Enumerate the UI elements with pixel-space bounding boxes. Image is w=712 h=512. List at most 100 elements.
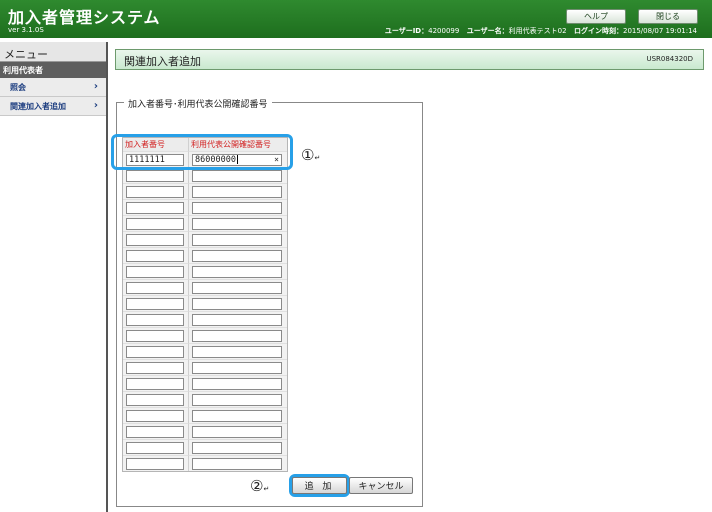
subscriber-number-input[interactable] <box>126 249 184 262</box>
add-button[interactable]: 追 加 <box>292 477 347 494</box>
close-button[interactable]: 閉じる <box>638 9 698 24</box>
login-time-value: 2015/08/07 19:01:14 <box>622 27 697 35</box>
table-row <box>123 199 287 215</box>
sidebar-item-add-related-subscriber[interactable]: 関連加入者追加 › <box>0 97 106 116</box>
table-row <box>123 407 287 423</box>
sidebar-item-label: 照会 <box>10 83 26 92</box>
subscriber-number-input[interactable] <box>126 281 184 294</box>
confirmation-number-cell <box>189 391 287 407</box>
sidebar: メニュー 利用代表者 照会 › 関連加入者追加 › <box>0 42 108 512</box>
subscriber-number-cell <box>123 359 189 375</box>
confirmation-number-cell <box>189 343 287 359</box>
confirmation-number-input[interactable] <box>192 265 282 278</box>
confirmation-number-input[interactable] <box>192 377 282 390</box>
table-row <box>123 263 287 279</box>
subscriber-number-input[interactable] <box>126 425 184 438</box>
annotation-marker-1: ①↵ <box>301 146 320 164</box>
confirmation-number-cell <box>189 439 287 455</box>
subscriber-number-cell <box>123 183 189 199</box>
subscriber-number-input[interactable] <box>126 265 184 278</box>
confirmation-number-cell <box>189 359 287 375</box>
subscriber-number-input[interactable] <box>126 297 184 310</box>
subscriber-number-cell <box>123 231 189 247</box>
subscriber-number-cell <box>123 407 189 423</box>
confirmation-number-input[interactable] <box>192 329 282 342</box>
confirmation-number-input[interactable] <box>192 345 282 358</box>
sidebar-item-inquiry[interactable]: 照会 › <box>0 78 106 97</box>
subscriber-number-cell <box>123 311 189 327</box>
table-row <box>123 375 287 391</box>
confirmation-number-input[interactable] <box>192 217 282 230</box>
table-row <box>123 183 287 199</box>
table-row <box>123 247 287 263</box>
subscriber-number-input[interactable] <box>126 377 184 390</box>
subscriber-number-cell <box>123 455 189 471</box>
subscriber-number-input[interactable] <box>126 233 184 246</box>
user-name-value: 利用代表テスト02 <box>508 27 567 35</box>
table-row <box>123 279 287 295</box>
cancel-button[interactable]: キャンセル <box>349 477 413 494</box>
subscriber-number-input[interactable] <box>126 409 184 422</box>
subscriber-number-input[interactable] <box>126 169 184 182</box>
subscriber-number-input[interactable] <box>126 185 184 198</box>
sidebar-item-label: 関連加入者追加 <box>10 102 66 111</box>
confirmation-number-input[interactable] <box>192 457 282 470</box>
subscriber-number-input[interactable] <box>126 217 184 230</box>
confirmation-number-cell <box>189 231 287 247</box>
confirmation-number-input[interactable] <box>192 185 282 198</box>
help-button[interactable]: ヘルプ <box>566 9 626 24</box>
login-time-label: ログイン時刻： <box>573 27 623 35</box>
confirmation-number-input[interactable] <box>192 249 282 262</box>
subscriber-number-cell <box>123 375 189 391</box>
confirmation-number-input[interactable] <box>192 297 282 310</box>
page-title: 関連加入者追加 <box>124 55 201 68</box>
confirmation-number-cell <box>189 327 287 343</box>
confirmation-number-input[interactable] <box>192 233 282 246</box>
confirmation-number-input[interactable] <box>192 441 282 454</box>
app-header: 加入者管理システム ver 3.1.0S ヘルプ 閉じる ユーザーID：4200… <box>0 0 712 38</box>
confirmation-number-input[interactable] <box>192 201 282 214</box>
confirmation-number-input[interactable] <box>192 361 282 374</box>
confirmation-number-cell <box>189 423 287 439</box>
subscriber-number-cell <box>123 439 189 455</box>
table-row <box>123 215 287 231</box>
confirmation-number-cell <box>189 183 287 199</box>
subscriber-number-input[interactable] <box>126 441 184 454</box>
confirmation-number-cell <box>189 455 287 471</box>
confirmation-number-input[interactable] <box>192 281 282 294</box>
screen-id: USR084320D <box>646 55 693 63</box>
confirmation-number-cell <box>189 295 287 311</box>
confirmation-number-input[interactable] <box>192 313 282 326</box>
user-id-value: 4200099 <box>428 27 460 35</box>
marker-2-glyph: ② <box>250 477 264 495</box>
subscriber-number-cell <box>123 215 189 231</box>
return-mark-icon: ↵ <box>314 154 321 162</box>
subscriber-number-input[interactable] <box>126 329 184 342</box>
confirmation-number-cell <box>189 215 287 231</box>
table-row <box>123 423 287 439</box>
chevron-right-icon: › <box>93 81 98 92</box>
fieldset-legend: 加入者番号･利用代表公開確認番号 <box>124 97 272 110</box>
subscriber-number-cell <box>123 423 189 439</box>
callout-highlight-inputs <box>111 134 293 170</box>
subscriber-number-input[interactable] <box>126 313 184 326</box>
subscriber-number-input[interactable] <box>126 457 184 470</box>
table-row <box>123 231 287 247</box>
app-title: 加入者管理システム <box>8 8 161 27</box>
confirmation-number-cell <box>189 263 287 279</box>
confirmation-number-input[interactable] <box>192 409 282 422</box>
app-version: ver 3.1.0S <box>8 26 44 34</box>
subscriber-number-input[interactable] <box>126 393 184 406</box>
confirmation-number-input[interactable] <box>192 169 282 182</box>
subscriber-number-input[interactable] <box>126 361 184 374</box>
annotation-marker-2: ②↵ <box>250 477 269 495</box>
table-row <box>123 295 287 311</box>
table-row <box>123 327 287 343</box>
subscriber-number-cell <box>123 391 189 407</box>
confirmation-number-input[interactable] <box>192 425 282 438</box>
confirmation-number-input[interactable] <box>192 393 282 406</box>
confirmation-number-cell <box>189 407 287 423</box>
subscriber-number-input[interactable] <box>126 345 184 358</box>
subscriber-number-input[interactable] <box>126 201 184 214</box>
subscriber-number-cell <box>123 279 189 295</box>
